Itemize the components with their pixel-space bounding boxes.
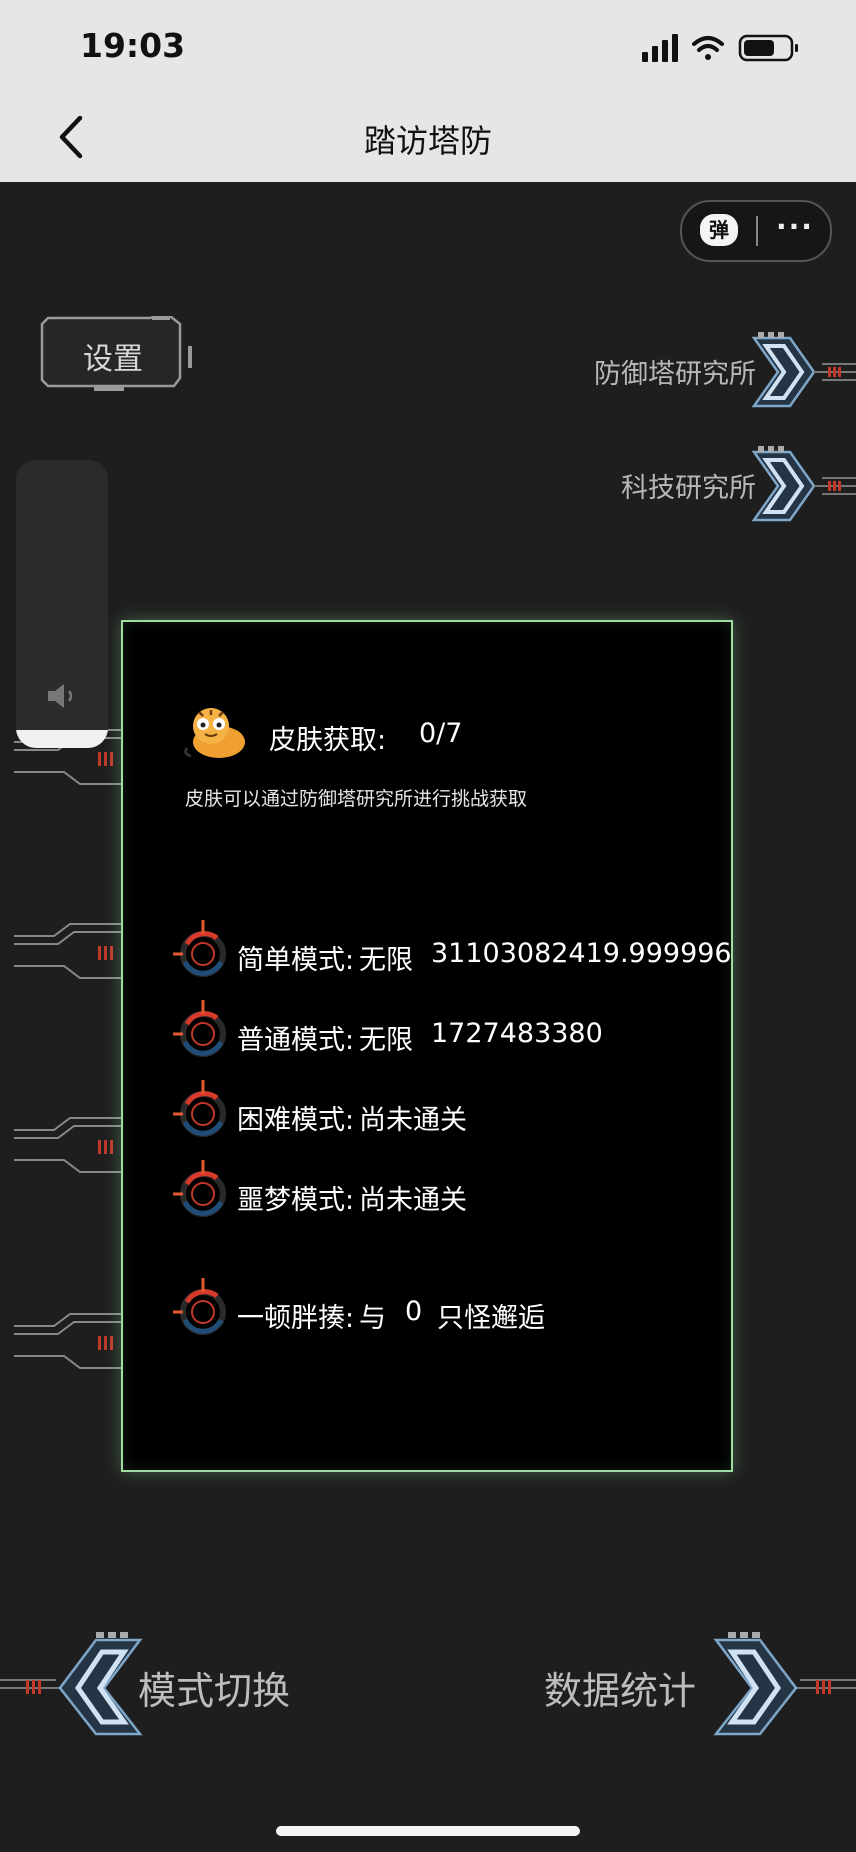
- status-icons: [642, 34, 798, 62]
- feast-count: 0: [405, 1296, 423, 1327]
- feast-suffix: 只怪邂逅: [437, 1303, 545, 1334]
- capsule-divider: [756, 216, 758, 246]
- settings-button[interactable]: 设置: [40, 316, 196, 394]
- miniprogram-capsule: 弹 ···: [680, 200, 832, 262]
- skin-hint: 皮肤可以通过防御塔研究所进行挑战获取: [185, 788, 528, 810]
- target-icon: [173, 1000, 226, 1057]
- mode-row-easy: 简单模式: 无限 31103082419.999996: [171, 920, 791, 988]
- mode-score: 31103082419.999996: [431, 938, 732, 969]
- home-indicator[interactable]: [276, 1826, 580, 1836]
- skin-count: 0/7: [419, 718, 463, 749]
- mode-value: 无限: [359, 945, 413, 976]
- volume-slider[interactable]: [16, 460, 108, 748]
- target-icon: [173, 920, 226, 977]
- settings-label: 设置: [83, 342, 143, 377]
- chevron-right-icon: [751, 446, 856, 522]
- circuit-deco: [14, 1313, 124, 1369]
- mode-label: 困难模式:: [237, 1105, 355, 1136]
- page-title: 踏访塔防: [363, 122, 492, 160]
- status-time: 19:03: [80, 26, 186, 65]
- mode-label: 简单模式:: [237, 945, 355, 976]
- record-panel: 皮肤获取: 0/7 皮肤可以通过防御塔研究所进行挑战获取 简单模式: 无限 31…: [121, 620, 733, 1472]
- mode-label: 普通模式:: [237, 1025, 355, 1056]
- mode-switch-button[interactable]: 模式切换: [0, 1630, 320, 1740]
- mode-value: 无限: [359, 1025, 413, 1056]
- speaker-icon: [48, 684, 73, 708]
- signal-icon: [642, 34, 678, 62]
- stats-label: 数据统计: [544, 1669, 697, 1713]
- mode-score: 1727483380: [431, 1018, 603, 1049]
- feast-row: 一顿胖揍: 与 0 只怪邂逅: [171, 1278, 791, 1346]
- danmu-button[interactable]: 弹: [700, 214, 738, 246]
- chevron-right-icon: [751, 332, 856, 408]
- mode-row-nightmare: 噩梦模式: 尚未通关: [171, 1160, 791, 1228]
- chevron-right-icon: [713, 1632, 856, 1736]
- circuit-deco: [14, 1117, 124, 1173]
- mode-row-hard: 困难模式: 尚未通关: [171, 1080, 791, 1148]
- target-icon: [173, 1278, 226, 1335]
- mode-label: 噩梦模式:: [237, 1185, 355, 1216]
- circuit-deco: [14, 923, 124, 979]
- tower-research-link[interactable]: 防御塔研究所: [436, 332, 856, 412]
- mode-row-normal: 普通模式: 无限 1727483380: [171, 1000, 791, 1068]
- mode-switch-label: 模式切换: [138, 1669, 291, 1713]
- app-root: 19:03 踏访塔防 弹 ··· 设置 防御塔研究所 科技研究所 皮肤获取: 0…: [0, 0, 856, 1852]
- volume-level: [16, 730, 108, 748]
- target-icon: [173, 1160, 226, 1217]
- stats-button[interactable]: 数据统计: [526, 1630, 856, 1740]
- mode-value: 尚未通关: [359, 1185, 467, 1216]
- wifi-icon: [692, 36, 724, 60]
- chevron-left-icon: [0, 1632, 143, 1736]
- feast-label: 一顿胖揍:: [237, 1303, 355, 1334]
- target-icon: [173, 1080, 226, 1137]
- tower-research-label: 防御塔研究所: [594, 359, 756, 390]
- status-bar: 19:03: [0, 0, 856, 90]
- skin-label: 皮肤获取:: [269, 725, 387, 756]
- feast-prefix: 与: [359, 1303, 386, 1334]
- tech-research-label: 科技研究所: [621, 473, 756, 504]
- tiger-avatar-icon: [184, 708, 245, 758]
- nav-bar: 踏访塔防: [0, 90, 856, 182]
- mode-value: 尚未通关: [359, 1105, 467, 1136]
- tech-research-link[interactable]: 科技研究所: [476, 446, 856, 526]
- more-button[interactable]: ···: [776, 210, 814, 243]
- battery-icon: [738, 34, 798, 62]
